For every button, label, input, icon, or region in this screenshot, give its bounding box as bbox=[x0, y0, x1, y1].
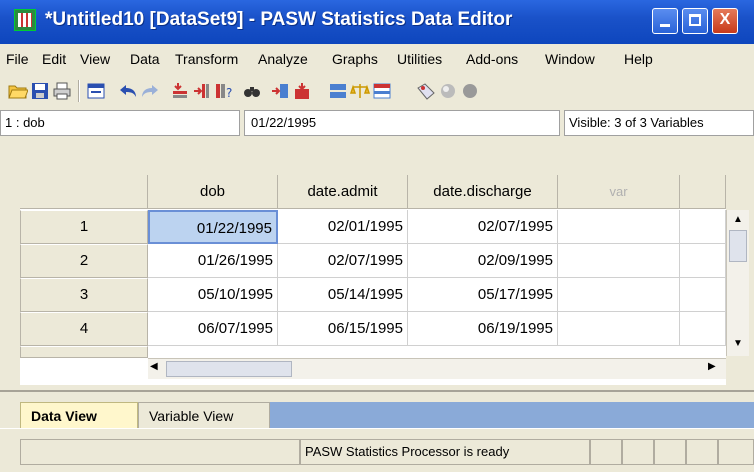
cell-reference: 1 : dob bbox=[0, 110, 240, 136]
cell-2-extra[interactable] bbox=[680, 244, 726, 278]
insert-cases-icon[interactable] bbox=[270, 82, 290, 100]
menu-window[interactable]: Window bbox=[545, 51, 595, 67]
maximize-button[interactable] bbox=[682, 8, 708, 34]
row-header-3[interactable]: 3 bbox=[20, 278, 148, 312]
close-icon: X bbox=[719, 11, 731, 28]
cell-1-date-admit[interactable]: 02/01/1995 bbox=[278, 210, 408, 244]
view-tab-bar: Data View Variable View bbox=[0, 390, 754, 430]
undo-icon[interactable] bbox=[118, 82, 138, 100]
row-header-5[interactable] bbox=[20, 346, 148, 358]
insert-variable-icon[interactable] bbox=[292, 82, 312, 100]
vertical-scrollbar[interactable]: ▲ ▼ bbox=[726, 210, 749, 356]
scroll-left-arrow-icon[interactable]: ◀ bbox=[150, 361, 158, 372]
cell-value-input[interactable]: 01/22/1995 bbox=[244, 110, 560, 136]
variables-icon[interactable]: ? bbox=[214, 82, 234, 100]
minimize-icon bbox=[660, 24, 670, 27]
cell-4-extra[interactable] bbox=[680, 312, 726, 346]
cell-1-extra[interactable] bbox=[680, 210, 726, 244]
goto-variable-icon[interactable] bbox=[192, 82, 212, 100]
row-header-4[interactable]: 4 bbox=[20, 312, 148, 346]
cell-editor-bar: 1 : dob 01/22/1995 Visible: 3 of 3 Varia… bbox=[0, 108, 754, 140]
minimize-button[interactable] bbox=[652, 8, 678, 34]
menu-utilities[interactable]: Utilities bbox=[397, 51, 442, 67]
find-icon[interactable] bbox=[242, 82, 262, 100]
scroll-down-arrow-icon[interactable]: ▼ bbox=[730, 336, 746, 352]
row-header-2[interactable]: 2 bbox=[20, 244, 148, 278]
save-icon[interactable] bbox=[30, 82, 50, 100]
value-labels-icon[interactable] bbox=[416, 82, 436, 100]
menu-add-ons[interactable]: Add-ons bbox=[466, 51, 518, 67]
split-file-icon[interactable] bbox=[328, 82, 348, 100]
cell-3-dob[interactable]: 05/10/1995 bbox=[148, 278, 278, 312]
status-pane-left bbox=[20, 439, 300, 465]
print-icon[interactable] bbox=[52, 82, 72, 100]
menu-edit[interactable]: Edit bbox=[42, 51, 66, 67]
tab-data-view[interactable]: Data View bbox=[20, 402, 138, 430]
column-header-var[interactable]: var bbox=[558, 175, 680, 209]
cell-3-date-discharge[interactable]: 05/17/1995 bbox=[408, 278, 558, 312]
cell-4-dob[interactable]: 06/07/1995 bbox=[148, 312, 278, 346]
cell-3-var[interactable] bbox=[558, 278, 680, 312]
cell-4-var[interactable] bbox=[558, 312, 680, 346]
menu-help[interactable]: Help bbox=[624, 51, 653, 67]
horizontal-scrollbar[interactable]: ◀ ▶ bbox=[148, 358, 726, 379]
data-grid: dob date.admit date.discharge var 1 01/2… bbox=[0, 140, 754, 390]
visible-variables-label: Visible: 3 of 3 Variables bbox=[564, 110, 754, 136]
tab-variable-view[interactable]: Variable View bbox=[138, 402, 270, 430]
cell-1-dob[interactable]: 01/22/1995 bbox=[148, 210, 278, 244]
cell-2-var[interactable] bbox=[558, 244, 680, 278]
cell-2-dob[interactable]: 01/26/1995 bbox=[148, 244, 278, 278]
column-header-date-admit[interactable]: date.admit bbox=[278, 175, 408, 209]
cell-3-date-admit[interactable]: 05/14/1995 bbox=[278, 278, 408, 312]
menu-analyze[interactable]: Analyze bbox=[258, 51, 308, 67]
window-title: *Untitled10 [DataSet9] - PASW Statistics… bbox=[45, 9, 513, 30]
weight-cases-icon[interactable] bbox=[350, 82, 370, 100]
app-icon bbox=[14, 9, 36, 31]
menu-transform[interactable]: Transform bbox=[175, 51, 238, 67]
column-header-dob[interactable]: dob bbox=[148, 175, 278, 209]
scroll-up-arrow-icon[interactable]: ▲ bbox=[730, 212, 746, 228]
cell-3-extra[interactable] bbox=[680, 278, 726, 312]
open-icon[interactable] bbox=[8, 82, 28, 100]
cell-1-date-discharge[interactable]: 02/07/1995 bbox=[408, 210, 558, 244]
cell-1-var[interactable] bbox=[558, 210, 680, 244]
tab-bar-fill bbox=[270, 402, 754, 430]
cell-4-date-admit[interactable]: 06/15/1995 bbox=[278, 312, 408, 346]
cell-2-date-discharge[interactable]: 02/09/1995 bbox=[408, 244, 558, 278]
cell-4-date-discharge[interactable]: 06/19/1995 bbox=[408, 312, 558, 346]
status-pane-3 bbox=[654, 439, 686, 465]
column-header-date-discharge[interactable]: date.discharge bbox=[408, 175, 558, 209]
menu-file[interactable]: File bbox=[6, 51, 29, 67]
svg-text:?: ? bbox=[226, 86, 232, 100]
menu-bar: File Edit View Data Transform Analyze Gr… bbox=[0, 44, 754, 75]
menu-data[interactable]: Data bbox=[130, 51, 160, 67]
horizontal-scroll-thumb[interactable] bbox=[166, 361, 292, 377]
show-all-variables-icon[interactable] bbox=[460, 82, 480, 100]
dialog-recall-icon[interactable] bbox=[86, 82, 106, 100]
redo-icon[interactable] bbox=[140, 82, 160, 100]
use-variable-sets-icon[interactable] bbox=[438, 82, 458, 100]
vertical-scroll-thumb[interactable] bbox=[729, 230, 747, 262]
row-header-1[interactable]: 1 bbox=[20, 210, 148, 244]
status-bar: PASW Statistics Processor is ready bbox=[0, 428, 754, 472]
maximize-icon bbox=[689, 14, 701, 26]
status-message: PASW Statistics Processor is ready bbox=[300, 439, 590, 465]
close-button[interactable]: X bbox=[712, 8, 738, 34]
menu-graphs[interactable]: Graphs bbox=[332, 51, 378, 67]
status-pane-5 bbox=[718, 439, 754, 465]
grid-corner[interactable] bbox=[20, 175, 148, 209]
title-bar[interactable]: *Untitled10 [DataSet9] - PASW Statistics… bbox=[0, 0, 754, 44]
status-pane-2 bbox=[622, 439, 654, 465]
status-pane-1 bbox=[590, 439, 622, 465]
toolbar: ? bbox=[0, 74, 754, 109]
column-header-empty[interactable] bbox=[680, 175, 726, 209]
select-cases-icon[interactable] bbox=[372, 82, 392, 100]
cell-2-date-admit[interactable]: 02/07/1995 bbox=[278, 244, 408, 278]
menu-view[interactable]: View bbox=[80, 51, 110, 67]
goto-case-icon[interactable] bbox=[170, 82, 190, 100]
status-pane-4 bbox=[686, 439, 718, 465]
scroll-right-arrow-icon[interactable]: ▶ bbox=[708, 361, 716, 372]
